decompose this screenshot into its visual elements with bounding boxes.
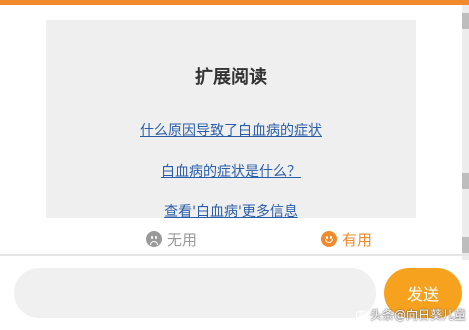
- watermark: 头条@向日葵儿童: [356, 306, 466, 323]
- useful-label: 有用: [342, 230, 373, 249]
- useful-button[interactable]: 有用: [321, 228, 372, 250]
- useless-button[interactable]: 无用: [146, 228, 197, 250]
- watermark-text: 头条@向日葵儿童: [370, 308, 467, 322]
- useless-label: 无用: [167, 230, 198, 249]
- card-title: 扩展阅读: [195, 67, 267, 88]
- sad-face-icon: [146, 231, 162, 247]
- related-link-more-info[interactable]: 查看'白血病'更多信息: [46, 201, 416, 221]
- composer-divider: [0, 254, 469, 256]
- top-accent-bar: [0, 0, 469, 5]
- related-link-symptoms[interactable]: 白血病的症状是什么？: [46, 161, 416, 181]
- related-link-causes[interactable]: 什么原因导致了白血病的症状: [46, 120, 416, 140]
- chat-page: 扩展阅读 什么原因导致了白血病的症状 白血病的症状是什么？ 查看'白血病'更多信…: [0, 0, 469, 330]
- scrollbar-mark: [462, 13, 469, 29]
- scrollbar[interactable]: [462, 5, 469, 260]
- scrollbar-mark: [462, 237, 469, 253]
- camera-icon: [356, 310, 368, 320]
- extended-reading-card: 扩展阅读 什么原因导致了白血病的症状 白血病的症状是什么？ 查看'白血病'更多信…: [46, 20, 416, 221]
- happy-face-icon: [321, 231, 337, 247]
- scrollbar-mark: [462, 173, 469, 189]
- message-input[interactable]: [14, 268, 376, 318]
